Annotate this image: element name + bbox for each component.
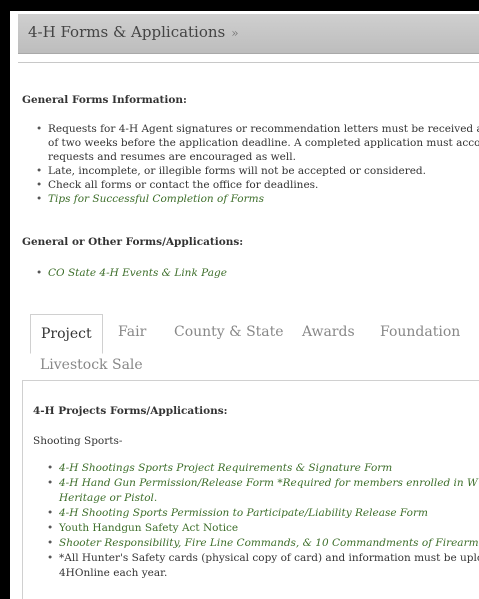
list-item-text: Requests for 4-H Agent signatures or rec… [48, 123, 479, 135]
tab-livestock-sale[interactable]: Livestock Sale [32, 357, 151, 373]
tab-foundation[interactable]: Foundation [372, 324, 468, 340]
tab-panel-project: 4-H Projects Forms/Applications: Shootin… [22, 380, 479, 599]
list-item: Late, incomplete, or illegible forms wil… [34, 164, 479, 178]
project-forms-list: 4-H Shootings Sports Project Requirement… [45, 461, 479, 581]
main-content: General Forms Information: Requests for … [18, 64, 479, 599]
list-item-text-cont: requests and resumes are encouraged as w… [48, 151, 296, 163]
shooting-sports-requirements-link[interactable]: 4-H Shootings Sports Project Requirement… [59, 462, 392, 474]
co-state-events-link[interactable]: CO State 4-H Events & Link Page [48, 267, 227, 279]
project-forms-heading: 4-H Projects Forms/Applications: [33, 405, 228, 417]
list-item-text-cont: of two weeks before the application dead… [48, 137, 479, 149]
list-item[interactable]: CO State 4-H Events & Link Page [34, 266, 479, 280]
header-divider [18, 62, 479, 63]
youth-handgun-notice-link[interactable]: Youth Handgun Safety Act Notice [59, 522, 238, 534]
shooter-responsibility-link[interactable]: Shooter Responsibility, Fire Line Comman… [59, 537, 479, 549]
window-frame-left [0, 0, 10, 599]
page-title-bar: 4-H Forms & Applications » [18, 14, 479, 54]
page-title-label: 4-H Forms & Applications [28, 23, 226, 41]
list-item: Check all forms or contact the office fo… [34, 178, 479, 192]
list-item-text: Check all forms or contact the office fo… [48, 179, 319, 191]
other-forms-list: CO State 4-H Events & Link Page [34, 266, 479, 280]
window-frame-top [0, 0, 479, 11]
list-item[interactable]: Shooter Responsibility, Fire Line Comman… [45, 536, 479, 551]
forms-tabs: Project Fair County & State Awards Found… [22, 314, 479, 378]
page-title: 4-H Forms & Applications » [28, 23, 239, 41]
tab-awards[interactable]: Awards [294, 324, 363, 340]
hand-gun-permission-link[interactable]: 4-H Hand Gun Permission/Release Form *Re… [59, 477, 478, 489]
list-item: *All Hunter's Safety cards (physical cop… [45, 551, 479, 581]
list-item[interactable]: 4-H Shootings Sports Project Requirement… [45, 461, 479, 476]
tab-project[interactable]: Project [30, 314, 103, 354]
hand-gun-permission-link-cont[interactable]: Heritage or Pistol. [59, 492, 157, 504]
breadcrumb-separator-icon: » [231, 26, 239, 40]
tab-fair[interactable]: Fair [110, 324, 154, 340]
tab-county-state[interactable]: County & State [166, 324, 292, 340]
shooting-sports-label: Shooting Sports- [33, 435, 123, 447]
list-item[interactable]: Youth Handgun Safety Act Notice [45, 521, 479, 536]
general-info-heading: General Forms Information: [22, 94, 187, 106]
list-item[interactable]: 4-H Shooting Sports Permission to Partic… [45, 506, 479, 521]
general-info-list: Requests for 4-H Agent signatures or rec… [34, 122, 479, 206]
tips-link[interactable]: Tips for Successful Completion of Forms [48, 193, 264, 205]
hunter-safety-note: *All Hunter's Safety cards (physical cop… [59, 552, 479, 564]
list-item[interactable]: Tips for Successful Completion of Forms [34, 192, 479, 206]
other-forms-heading: General or Other Forms/Applications: [22, 236, 244, 248]
shooting-sports-release-link[interactable]: 4-H Shooting Sports Permission to Partic… [59, 507, 428, 519]
list-item-text: Late, incomplete, or illegible forms wil… [48, 165, 426, 177]
list-item: Requests for 4-H Agent signatures or rec… [34, 122, 479, 164]
hunter-safety-note-cont: 4HOnline each year. [59, 567, 168, 579]
list-item[interactable]: 4-H Hand Gun Permission/Release Form *Re… [45, 476, 479, 506]
